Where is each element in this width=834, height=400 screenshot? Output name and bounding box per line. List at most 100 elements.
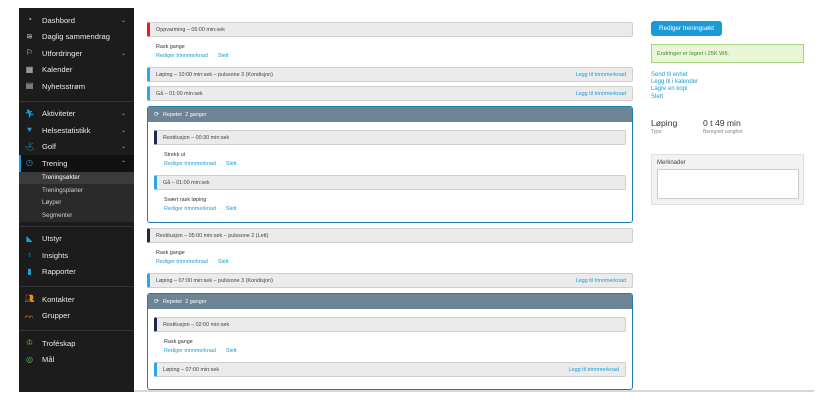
- saved-alert: Endringer er lagret i 25K W6.: [651, 44, 804, 63]
- step-label: Restitusjon – 02:00 min:sek: [163, 321, 230, 328]
- edit-note-link[interactable]: Rediger trinnmerknad: [156, 53, 208, 59]
- note-links: Rediger trinnmerknad Slett: [156, 53, 239, 59]
- save-copy-link[interactable]: Lagre en kopi: [651, 86, 698, 93]
- repeat-block[interactable]: ⟳ Repeter 2 ganger Restitusjon – 02:00 mi…: [147, 293, 633, 390]
- step-warmup[interactable]: Oppvarming – 05:00 min:sek: [147, 22, 633, 37]
- workout-type-label: Type: [651, 129, 662, 135]
- add-note-link[interactable]: Legg til trinnmerknad: [576, 91, 626, 97]
- sidebar-item-daglig-sammendrag[interactable]: ≋ Daglig sammendrag: [19, 29, 134, 46]
- sidebar-item-kontakter[interactable]: 👥︎ Kontakter: [19, 291, 134, 308]
- repeat-block[interactable]: ⟳ Repeter 2 ganger Restitusjon – 00:30 mi…: [147, 106, 633, 223]
- add-note-link[interactable]: Legg til trinnmerknad: [576, 278, 626, 284]
- groups-icon: ᨓ: [24, 310, 35, 320]
- repeat-header[interactable]: ⟳ Repeter 2 ganger: [148, 107, 632, 122]
- repeat-label: Repeter: [163, 298, 183, 305]
- sidebar-item-golf[interactable]: ⛳︎ Golf ⌄: [19, 139, 134, 156]
- repeat-count: 2 ganger: [185, 298, 207, 305]
- sidebar-item-label: Mål: [42, 355, 55, 365]
- step-note: Svært rask løping: [164, 197, 207, 203]
- sidebar-subitem-segmenter[interactable]: Segmenter: [19, 209, 134, 222]
- sidebar-subitem-treningsokter[interactable]: Treningsøkter: [19, 171, 134, 184]
- delete-link[interactable]: Slett: [226, 161, 237, 167]
- step-rest-02[interactable]: Restitusjon – 02:00 min:sek: [154, 317, 626, 332]
- edit-workout-button[interactable]: Rediger treningsøkt: [651, 21, 722, 36]
- sidebar-item-label: Dashbord: [42, 15, 75, 25]
- add-to-calendar-link[interactable]: Legg til i kalender: [651, 79, 698, 86]
- repeat-icon: ⟳: [154, 112, 160, 118]
- step-note: Rask gange: [156, 250, 185, 256]
- sidebar-item-dashbord[interactable]: ◔ Dashbord ⌄: [19, 12, 134, 29]
- target-icon: ◎: [26, 354, 33, 364]
- golf-icon: ⛳︎: [24, 141, 35, 151]
- sidebar-item-trening[interactable]: ◷ Trening ⌃: [19, 155, 134, 172]
- delete-workout-link[interactable]: Slett: [651, 94, 698, 101]
- sidebar-item-label: Daglig sammendrag: [42, 32, 110, 42]
- workout-steps: Oppvarming – 05:00 min:sek Rask gange Re…: [145, 8, 637, 392]
- nav-group-training: 🏃︎ Aktiviteter ⌄ ♥ Helsestatistikk ⌄ ⛳︎ Golf ⌄…: [19, 102, 134, 227]
- sidebar-item-grupper[interactable]: ᨓ Grupper: [19, 308, 134, 325]
- sidebar-item-helsestatistikk[interactable]: ♥ Helsestatistikk ⌄: [19, 122, 134, 139]
- edit-note-link[interactable]: Rediger trinnmerknad: [164, 161, 216, 167]
- delete-link[interactable]: Slett: [218, 53, 229, 59]
- sidebar-item-utstyr[interactable]: ◣ Utstyr: [19, 231, 134, 248]
- notes-title: Merknader: [657, 160, 686, 166]
- sidebar-item-insights[interactable]: ♁ Insights: [19, 247, 134, 264]
- send-to-device-link[interactable]: Send til enhet: [651, 72, 698, 79]
- sidebar-subitem-treningsplaner[interactable]: Treningsplaner: [19, 184, 134, 197]
- sidebar-subitem-loyper[interactable]: Løyper: [19, 196, 134, 209]
- note-links: Rediger trinnmerknad Slett: [164, 348, 247, 354]
- sidebar-item-label: Kontakter: [42, 294, 75, 304]
- step-note: Rask gange: [156, 44, 185, 50]
- step-note: Rask gange: [164, 339, 193, 345]
- activities-icon: 🏃︎: [24, 108, 35, 118]
- step-note: Strekk ut: [164, 152, 186, 158]
- nav-group-tools: ◣ Utstyr ♁ Insights ▮ Rapporter: [19, 227, 134, 287]
- workout-actions: Send til enhet Legg til i kalender Lagre…: [651, 72, 698, 101]
- repeat-header[interactable]: ⟳ Repeter 2 ganger: [148, 294, 632, 309]
- chevron-up-icon: ⌃: [120, 160, 126, 167]
- heart-icon: ♥: [27, 125, 32, 135]
- step-label: Løping – 07:00 min:sek – pulssone 3 (Kon…: [156, 277, 273, 284]
- nav-group-goals: ♔ Troféskap ◎ Mål: [19, 331, 134, 374]
- step-walk-1b[interactable]: Gå – 01:00 min:sek: [154, 175, 626, 190]
- delete-link[interactable]: Slett: [226, 348, 237, 354]
- add-note-link[interactable]: Legg til trinnmerknad: [576, 72, 626, 78]
- step-walk-1[interactable]: Gå – 01:00 min:sek Legg til trinnmerknad: [147, 86, 633, 101]
- chevron-down-icon: ⌄: [120, 127, 126, 134]
- stopwatch-icon: ◷: [26, 158, 33, 168]
- sidebar-item-rapporter[interactable]: ▮ Rapporter: [19, 264, 134, 281]
- sidebar-item-label: Golf: [42, 142, 56, 152]
- layers-icon: ≋: [26, 31, 33, 41]
- delete-link[interactable]: Slett: [226, 206, 237, 212]
- workout-type-value: Løping: [651, 118, 678, 128]
- delete-link[interactable]: Slett: [218, 259, 229, 265]
- sidebar-item-kalender[interactable]: ▦ Kalender: [19, 62, 134, 79]
- step-label: Restitusjon – 05:00 min:sek – pulssone 2…: [156, 232, 269, 239]
- step-run-10[interactable]: Løping – 10:00 min:sek – pulssone 3 (Kon…: [147, 67, 633, 82]
- repeat-count: 2 ganger: [185, 111, 207, 118]
- step-label: Løping – 07:00 min:sek: [163, 366, 220, 373]
- sidebar-item-label: Trening: [42, 158, 68, 168]
- contacts-icon: 👥︎: [24, 294, 35, 304]
- note-links: Rediger trinnmerknad Slett: [164, 161, 247, 167]
- reports-icon: ▮: [27, 266, 32, 276]
- edit-note-link[interactable]: Rediger trinnmerknad: [156, 259, 208, 265]
- sidebar-item-aktiviteter[interactable]: 🏃︎ Aktiviteter ⌄: [19, 106, 134, 123]
- challenges-icon: ⚐: [25, 48, 34, 58]
- sidebar-item-mal[interactable]: ◎ Mål: [19, 352, 134, 369]
- step-label: Løping – 10:00 min:sek – pulssone 3 (Kon…: [156, 71, 273, 78]
- sidebar-item-nyhetsstrom[interactable]: ▤ Nyhetsstrøm: [19, 78, 134, 95]
- notes-textarea[interactable]: [657, 169, 799, 199]
- step-rest-30[interactable]: Restitusjon – 00:30 min:sek: [154, 130, 626, 145]
- sidebar-item-trofeskap[interactable]: ♔ Troféskap: [19, 335, 134, 352]
- sidebar-item-label: Nyhetsstrøm: [42, 81, 86, 91]
- step-rest-05[interactable]: Restitusjon – 05:00 min:sek – pulssone 2…: [147, 228, 633, 243]
- step-run-07b[interactable]: Løping – 07:00 min:sek Legg til trinnmerk…: [154, 362, 626, 377]
- sidebar-item-utfordringer[interactable]: ⚐ Utfordringer ⌄: [19, 45, 134, 62]
- edit-note-link[interactable]: Rediger trinnmerknad: [164, 348, 216, 354]
- calendar-icon: ▦: [25, 64, 34, 74]
- add-note-link[interactable]: Legg til trinnmerknad: [569, 367, 619, 373]
- edit-note-link[interactable]: Rediger trinnmerknad: [164, 206, 216, 212]
- step-run-07[interactable]: Løping – 07:00 min:sek – pulssone 3 (Kon…: [147, 273, 633, 288]
- sidebar-item-label: Insights: [42, 250, 69, 260]
